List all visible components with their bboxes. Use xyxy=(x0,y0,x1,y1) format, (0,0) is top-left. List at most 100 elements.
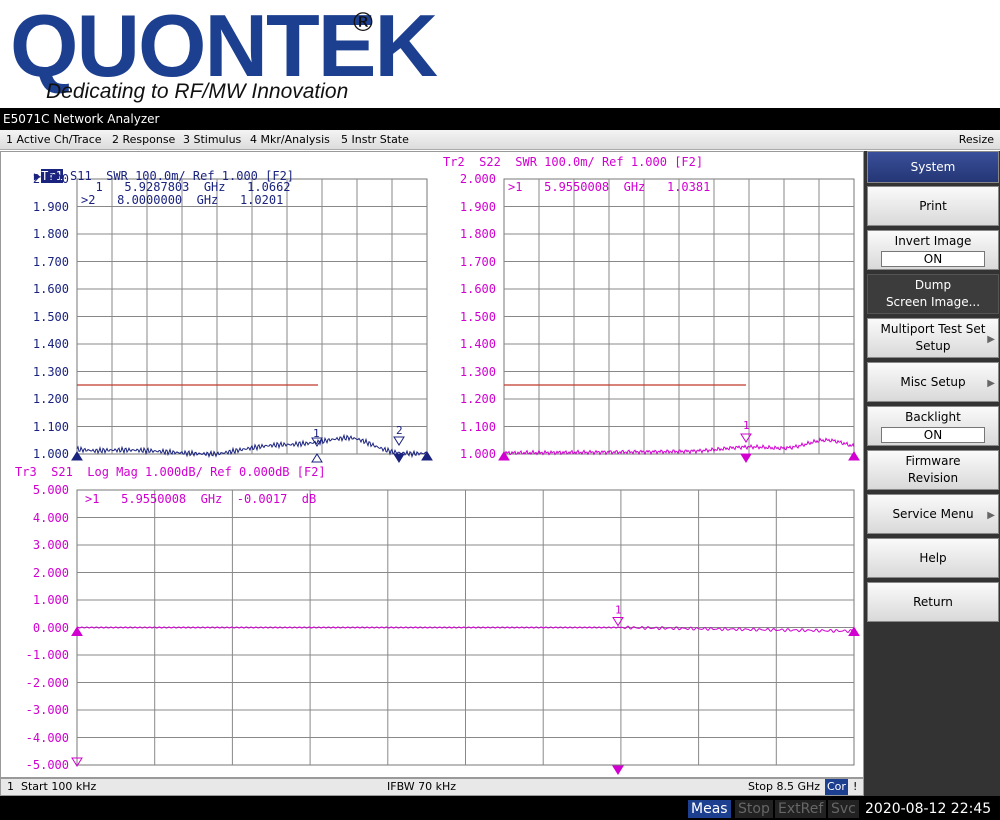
trace3-y-tick-label: 0.000 xyxy=(32,620,69,635)
softkey-misc-setup[interactable]: Misc Setup ▶ xyxy=(867,362,999,402)
softkey-print[interactable]: Print xyxy=(867,186,999,226)
trace3-header: Tr3 S21 Log Mag 1.000dB/ Ref 0.000dB [F2… xyxy=(15,465,326,479)
datetime: 2020-08-12 22:45 xyxy=(865,801,992,817)
softkey-return[interactable]: Return xyxy=(867,582,999,622)
trace2-y-tick-label: 2.000 xyxy=(459,172,496,186)
trace1-marker2-label: 2 xyxy=(396,424,403,437)
status-ifbw[interactable]: IFBW 70 kHz xyxy=(387,779,456,795)
trace1-y-tick-label: 1.700 xyxy=(32,254,69,269)
logo-header: QUONTEK ® Dedicating to RF/MW Innovation xyxy=(0,0,1000,108)
trace2-y-tick-label: 1.300 xyxy=(459,364,496,379)
trace2-y-tick-label: 1.000 xyxy=(459,447,496,461)
trace3-y-tick-label: 1.000 xyxy=(32,593,69,607)
trace2-y-tick-label: 1.500 xyxy=(459,309,496,324)
trace3-marker1-stimulus xyxy=(612,765,624,775)
trace1-y-tick-label: 1.100 xyxy=(32,419,69,434)
instrument-status-bar: Meas Stop ExtRef Svc 2020-08-12 22:45 xyxy=(0,796,1000,820)
trace1-y-tick-label: 1.400 xyxy=(32,337,69,351)
softkey-backlight[interactable]: Backlight ON xyxy=(867,406,999,446)
trace1-marker-readout-2: >2 8.0000000 GHz 1.0201 xyxy=(81,193,284,207)
backlight-value: ON xyxy=(881,427,985,443)
trace2-y-tick-label: 1.600 xyxy=(459,282,496,296)
trace3-y-tick-label: -4.000 xyxy=(25,730,69,745)
trace3-y-tick-label: -3.000 xyxy=(25,703,69,717)
softkey-firmware-line2: Revision xyxy=(907,471,959,485)
softkey-title-system: System xyxy=(867,151,999,183)
trace2-marker-readout-1: >1 5.9550008 GHz 1.0381 xyxy=(508,180,711,194)
trace2-y-tick-label: 1.900 xyxy=(459,199,496,214)
trace1-marker2-stimulus xyxy=(393,453,405,463)
softkey-print-label: Print xyxy=(919,198,947,213)
trace3-y-tick-label: 4.000 xyxy=(32,510,69,525)
trace3-ref-marker-right xyxy=(848,626,860,636)
trace1-marker1-label: 1 xyxy=(313,427,320,440)
softkey-invert-image[interactable]: Invert Image ON xyxy=(867,230,999,270)
trace2-marker1-stimulus xyxy=(740,453,752,463)
trace1-y-tick-label: 1.300 xyxy=(32,364,69,379)
softkey-return-label: Return xyxy=(913,594,953,609)
status-channel: 1 xyxy=(7,780,14,793)
trace1-y-tick-label: 1.800 xyxy=(32,227,69,241)
svc-indicator: Svc xyxy=(828,800,859,818)
softkey-dump-line2: Screen Image... xyxy=(885,295,981,309)
status-cor-badge: Cor xyxy=(825,779,848,795)
softkey-help-label: Help xyxy=(919,550,947,565)
trace3-y-tick-label: -5.000 xyxy=(25,758,69,772)
softkey-misc-label: Misc Setup xyxy=(900,374,966,389)
status-start[interactable]: Start 100 kHz xyxy=(21,779,96,795)
trace3-y-tick-label: -2.000 xyxy=(25,675,69,690)
trace2-y-tick-label: 1.100 xyxy=(459,419,496,434)
trace3-marker1-triangle xyxy=(612,617,624,627)
softkey-invert-image-label: Invert Image xyxy=(894,234,972,248)
trace2-y-tick-label: 1.700 xyxy=(459,254,496,269)
invert-image-value: ON xyxy=(881,251,985,267)
meas-indicator: Meas xyxy=(688,800,731,818)
menu-active-ch-trace[interactable]: 1 Active Ch/Trace xyxy=(6,130,102,150)
softkey-firmware-line1: Firmware xyxy=(905,454,961,468)
softkey-service-menu[interactable]: Service Menu ▶ xyxy=(867,494,999,534)
trace2-y-tick-label: 1.400 xyxy=(459,337,496,351)
softkey-multiport-test-set[interactable]: Multiport Test Set Setup ▶ xyxy=(867,318,999,358)
softkey-firmware-revision[interactable]: Firmware Revision xyxy=(867,450,999,490)
registered-mark: ® xyxy=(350,8,376,38)
trace1-marker2-triangle xyxy=(393,436,405,446)
softkey-multiport-line1: Multiport Test Set xyxy=(880,322,986,336)
trace2-ref-marker-right xyxy=(848,451,860,461)
softkey-panel: System Print Invert Image ON Dump Screen… xyxy=(864,151,1000,796)
softkey-dump-screen-image[interactable]: Dump Screen Image... xyxy=(867,274,999,314)
status-stop[interactable]: Stop 8.5 GHz xyxy=(748,779,820,795)
submenu-arrow-icon: ▶ xyxy=(987,378,995,389)
menu-resize[interactable]: Resize xyxy=(959,130,994,150)
menu-mkr-analysis[interactable]: 4 Mkr/Analysis xyxy=(250,130,330,150)
menu-instr-state[interactable]: 5 Instr State xyxy=(341,130,409,150)
trace3-y-tick-label: 3.000 xyxy=(32,538,69,552)
trace3-y-tick-label: -1.000 xyxy=(25,648,69,662)
softkey-help[interactable]: Help xyxy=(867,538,999,578)
softkey-title-label: System xyxy=(910,159,956,174)
softkey-multiport-line2: Setup xyxy=(915,339,951,353)
trace1-y-tick-label: 2.000 xyxy=(32,172,69,186)
trace1-marker1-baseline-triangle xyxy=(311,453,323,463)
trace3-y-tick-label: 5.000 xyxy=(32,483,69,497)
trace3-y-tick-label: 2.000 xyxy=(32,565,69,580)
trace1-y-tick-label: 1.000 xyxy=(32,447,69,461)
submenu-arrow-icon: ▶ xyxy=(987,510,995,521)
trace1-y-tick-label: 1.600 xyxy=(32,282,69,296)
trace1-y-tick-label: 1.900 xyxy=(32,199,69,214)
extref-indicator: ExtRef xyxy=(775,800,827,818)
window-title-bar: E5071C Network Analyzer xyxy=(0,108,1000,130)
menu-stimulus[interactable]: 3 Stimulus xyxy=(183,130,241,150)
trace2-marker1-label: 1 xyxy=(743,419,750,432)
status-warning: ! xyxy=(853,780,858,793)
menu-response[interactable]: 2 Response xyxy=(112,130,175,150)
trace1-y-tick-label: 1.200 xyxy=(32,392,69,406)
submenu-arrow-icon: ▶ xyxy=(987,334,995,345)
logo-tagline: Dedicating to RF/MW Innovation xyxy=(46,80,349,103)
trace3-marker-readout-1: >1 5.9550008 GHz -0.0017 dB xyxy=(85,492,317,506)
stop-indicator: Stop xyxy=(735,800,773,818)
window-title: E5071C Network Analyzer xyxy=(3,112,160,126)
trace2-y-tick-label: 1.800 xyxy=(459,227,496,241)
softkey-service-label: Service Menu xyxy=(892,506,974,521)
trace2-header: Tr2 S22 SWR 100.0m/ Ref 1.000 [F2] xyxy=(443,155,704,169)
softkey-dump-line1: Dump xyxy=(914,278,952,292)
